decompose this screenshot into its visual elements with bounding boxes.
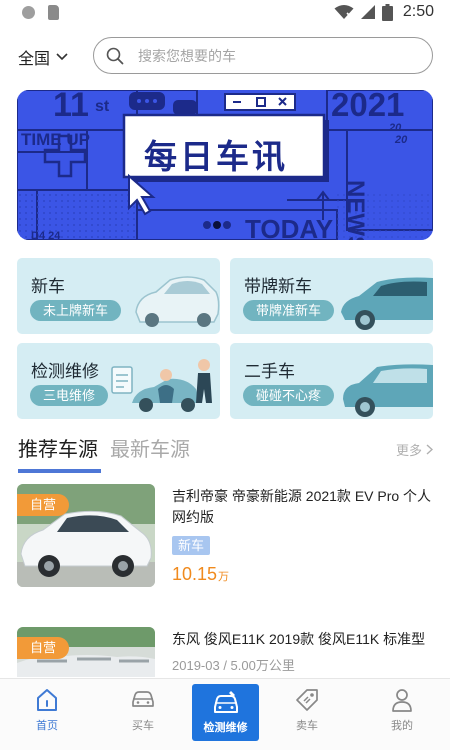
banner-tag-news: NEWS (342, 180, 369, 240)
white-car-icon (135, 276, 220, 327)
search-bar[interactable] (93, 37, 433, 74)
price-unit: 万 (218, 571, 230, 583)
car-listing[interactable]: 自营 吉利帝豪 帝豪新能源 2021款 EV Pro 个人网约版 新车 10.1… (17, 484, 433, 594)
listing-title: 东风 俊风E11K 2019款 俊风E11K 标准型 (172, 631, 426, 647)
self-operated-tag: 自营 (17, 494, 70, 516)
nav-label: 检测维修 (203, 722, 248, 734)
banner-tag-year: 2021 (331, 90, 405, 123)
status-bar: 2:50 (0, 0, 450, 26)
category-used-car[interactable]: 二手车 碰碰不心疼 (230, 343, 433, 419)
more-link[interactable]: 更多 (396, 440, 433, 459)
category-pill: 碰碰不心疼 (243, 385, 335, 406)
more-label: 更多 (395, 443, 422, 458)
category-new-car[interactable]: 新车 未上牌新车 (17, 258, 220, 334)
banner-tag-20b: 20 (395, 134, 408, 146)
listing-tabs: 推荐车源 最新车源 (18, 433, 190, 473)
nav-label: 卖车 (296, 720, 318, 732)
nav-label: 我的 (391, 720, 413, 732)
car-listing[interactable]: 自营 东风 俊风E11K 2019款 俊风E11K 标准型 2019-03 / … (17, 627, 433, 677)
listing-price: 10.15万 (172, 564, 229, 585)
nav-buy-car[interactable]: 买车 (98, 679, 188, 743)
battery-icon (381, 3, 393, 21)
nav-home[interactable]: 首页 (2, 679, 92, 743)
car-icon (132, 691, 154, 707)
listing-meta: 2019-03 / 5.00万公里 (172, 658, 295, 673)
tab-recommended[interactable]: 推荐车源 (18, 433, 101, 473)
tab-latest[interactable]: 最新车源 (110, 433, 190, 468)
chevron-right-icon (426, 444, 433, 455)
banner-tag-11: 11 (53, 90, 89, 124)
nav-inspection-repair[interactable]: 检测维修 (192, 684, 259, 741)
blue-car-icon (341, 277, 433, 330)
banner-tag-20a: 20 (389, 122, 402, 134)
signal-icon (360, 5, 375, 19)
category-pill: 带牌准新车 (243, 300, 335, 321)
region-selector[interactable]: 全国 (18, 45, 68, 69)
sd-card-icon (48, 5, 59, 20)
user-icon (392, 689, 412, 712)
nav-label: 买车 (132, 720, 154, 732)
search-input[interactable] (138, 47, 398, 64)
category-title: 检测维修 (31, 362, 99, 381)
listing-title: 吉利帝豪 帝豪新能源 2021款 EV Pro 个人网约版 (172, 488, 432, 525)
promo-banner[interactable]: 每日车讯 11 st TIME UP 2021 NEWS TODAY 20 20… (17, 90, 433, 240)
nav-sell-car[interactable]: 卖车 (262, 679, 352, 743)
tag-icon (296, 689, 318, 711)
category-title: 新车 (31, 277, 65, 296)
category-title: 带牌新车 (244, 277, 312, 296)
category-title: 二手车 (244, 362, 295, 381)
wifi-icon (334, 5, 354, 19)
category-pill: 三电维修 (30, 385, 109, 406)
category-inspection-repair[interactable]: 检测维修 三电维修 (17, 343, 220, 419)
suv-icon (343, 364, 433, 417)
nav-label: 首页 (36, 720, 58, 732)
category-pill: 未上牌新车 (30, 300, 122, 321)
banner-tag-d4: D4 24 (31, 230, 61, 240)
banner-tag-today: TODAY (245, 214, 334, 240)
category-plated-new-car[interactable]: 带牌新车 带牌准新车 (230, 258, 433, 334)
condition-badge: 新车 (172, 536, 211, 555)
banner-title: 每日车讯 (144, 137, 288, 176)
nav-profile[interactable]: 我的 (357, 679, 447, 743)
price-value: 10.15 (172, 564, 218, 584)
banner-tag-st: st (95, 98, 110, 115)
car-photo: 自营 (17, 484, 155, 587)
home-icon (37, 689, 57, 711)
chevron-down-icon (56, 53, 68, 61)
self-operated-tag: 自营 (17, 637, 70, 659)
car-photo: 自营 (17, 627, 155, 677)
repair-scene-icon (111, 359, 212, 412)
notification-dot-icon (22, 6, 35, 19)
clock-time: 2:50 (402, 3, 434, 20)
search-icon (106, 47, 124, 64)
banner-tag-timeup: TIME UP (21, 130, 90, 149)
region-label: 全国 (18, 51, 51, 68)
car-repair-icon (213, 691, 238, 713)
